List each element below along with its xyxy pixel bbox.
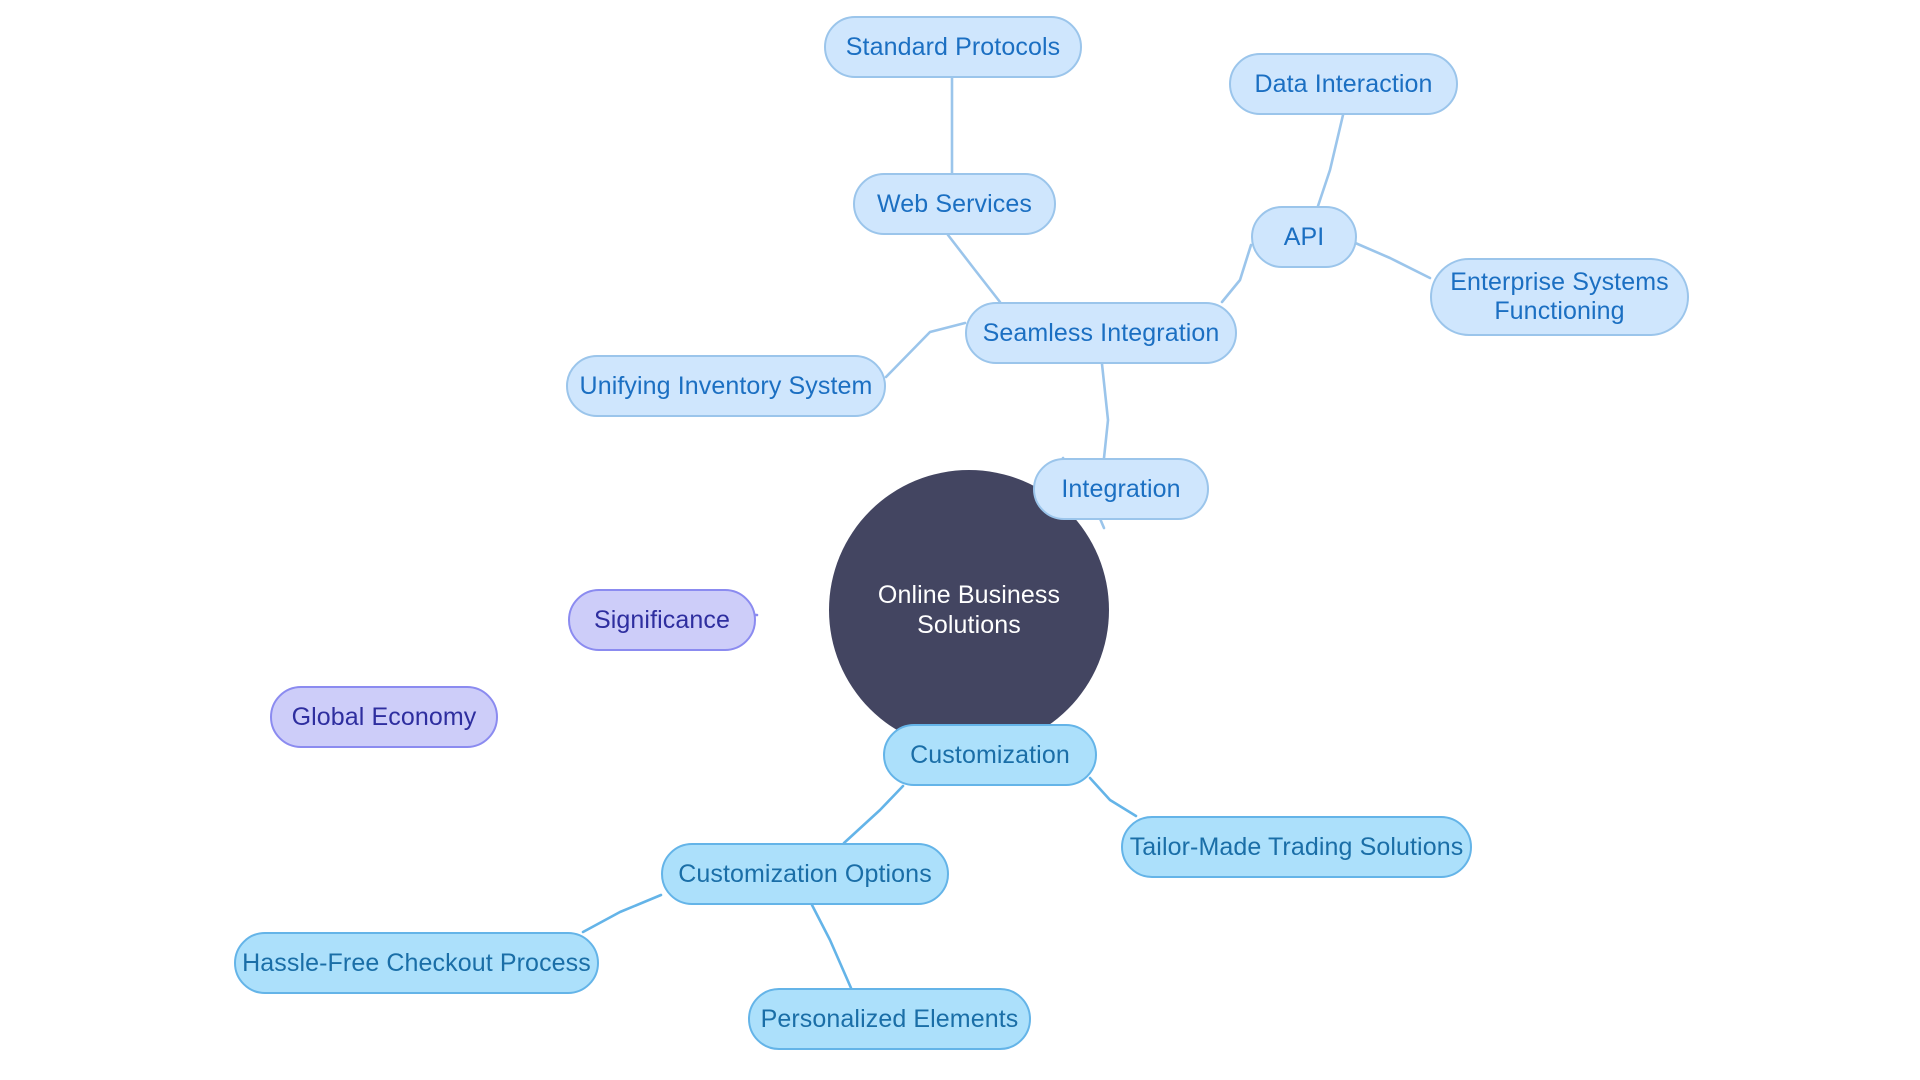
node-enterprise_systems_functioning[interactable]: Enterprise Systems Functioning <box>1430 258 1689 336</box>
node-hassle_free_checkout_process[interactable]: Hassle-Free Checkout Process <box>234 932 599 994</box>
node-significance[interactable]: Significance <box>568 589 756 651</box>
edge-seamless_integration-to-api <box>1220 243 1253 304</box>
edge-customization_options-to-personalized_elements <box>810 903 853 990</box>
node-web_services[interactable]: Web Services <box>853 173 1056 235</box>
node-data_interaction[interactable]: Data Interaction <box>1229 53 1458 115</box>
node-global_economy[interactable]: Global Economy <box>270 686 498 748</box>
node-api[interactable]: API <box>1251 206 1357 268</box>
edge-customization_options-to-hassle_free_checkout_process <box>581 893 663 934</box>
node-customization_options[interactable]: Customization Options <box>661 843 949 905</box>
node-seamless_integration[interactable]: Seamless Integration <box>965 302 1237 364</box>
node-unifying_inventory_system[interactable]: Unifying Inventory System <box>566 355 886 417</box>
edge-api-to-enterprise_systems_functioning <box>1351 240 1432 280</box>
edge-customization-to-tailor_made_trading_solutions <box>1088 776 1138 818</box>
edge-integration-to-seamless_integration <box>1100 362 1110 460</box>
node-integration[interactable]: Integration <box>1033 458 1209 520</box>
edge-customization-to-customization_options <box>842 784 905 845</box>
edge-seamless_integration-to-unifying_inventory_system <box>884 321 967 379</box>
node-tailor_made_trading_solutions[interactable]: Tailor-Made Trading Solutions <box>1121 816 1472 878</box>
edge-api-to-data_interaction <box>1316 113 1345 208</box>
edge-seamless_integration-to-web_services <box>946 233 1002 304</box>
node-standard_protocols[interactable]: Standard Protocols <box>824 16 1082 78</box>
node-personalized_elements[interactable]: Personalized Elements <box>748 988 1031 1050</box>
node-customization[interactable]: Customization <box>883 724 1097 786</box>
mindmap-canvas: Online Business Solutions Standard Protoc… <box>0 0 1920 1080</box>
